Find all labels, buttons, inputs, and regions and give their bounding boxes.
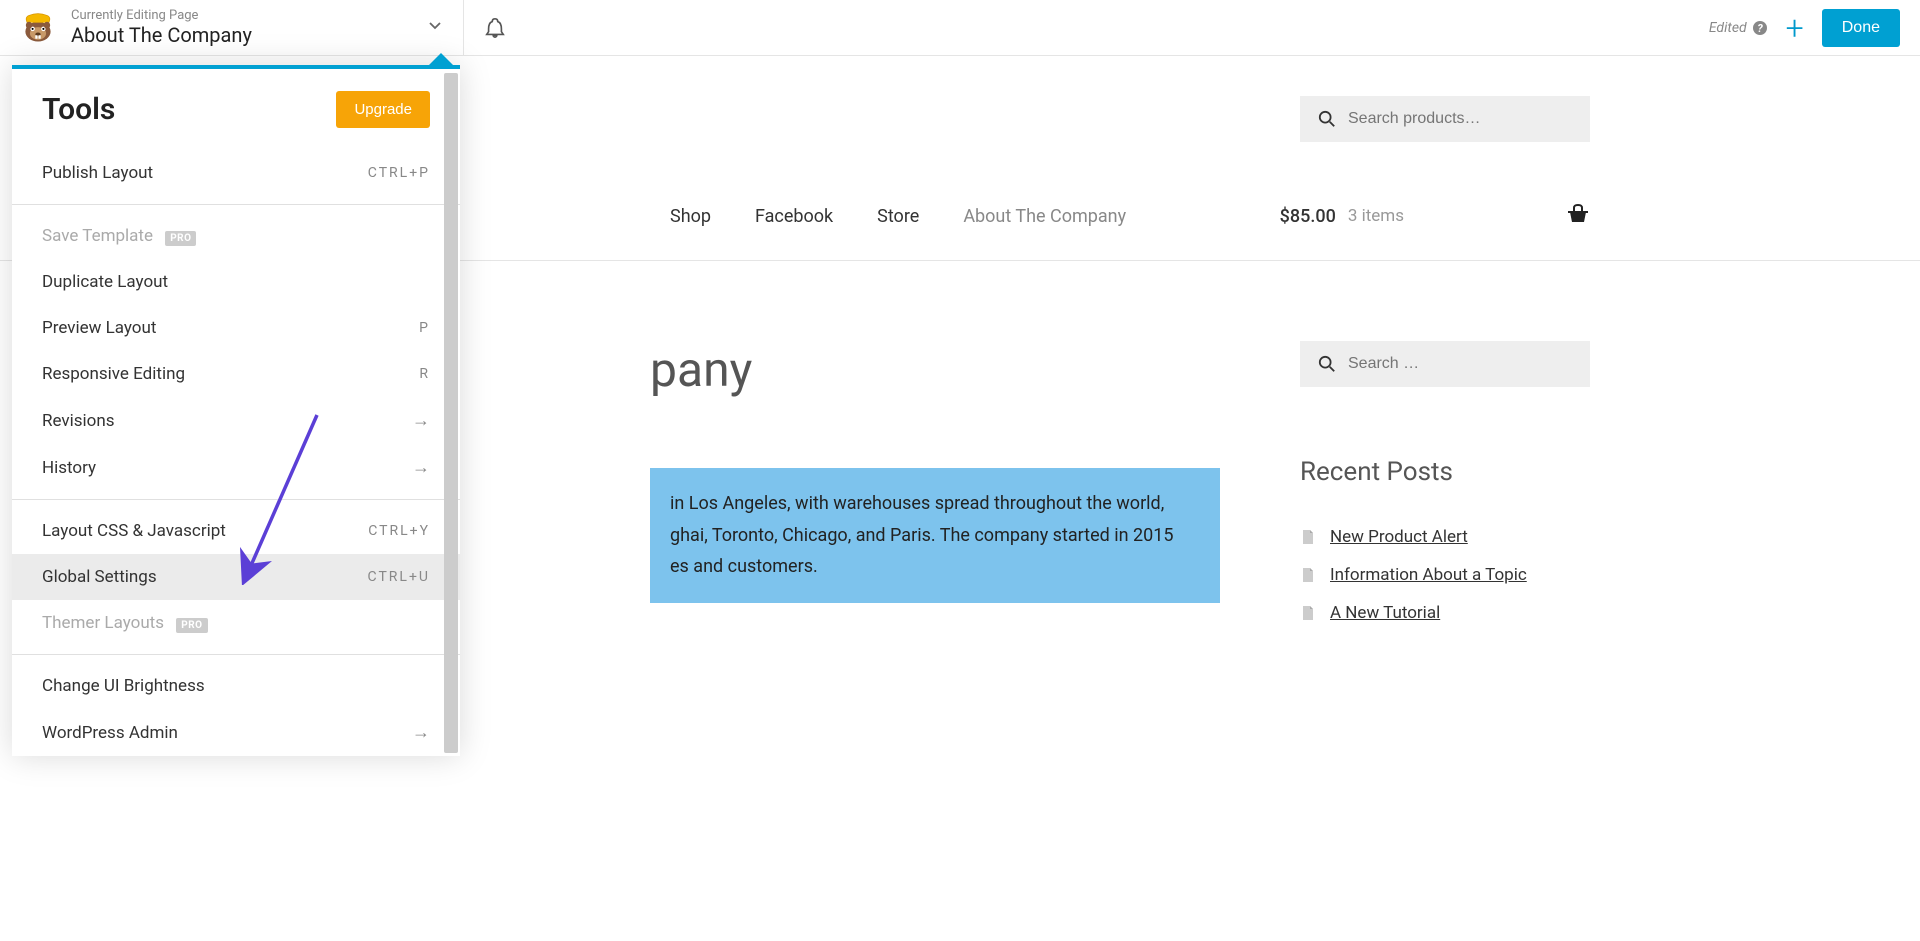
tools-item-revisions[interactable]: Revisions → xyxy=(12,397,460,444)
shortcut-label: CTRL+P xyxy=(368,165,430,181)
page-selector-dropdown[interactable]: Currently Editing Page About The Company xyxy=(0,0,464,55)
tools-item-preview-layout[interactable]: Preview Layout P xyxy=(12,305,460,351)
arrow-right-icon: → xyxy=(412,410,430,431)
cart-price: $85.00 xyxy=(1280,206,1336,227)
post-link[interactable]: New Product Alert xyxy=(1330,527,1468,547)
page-heading: pany xyxy=(650,341,1220,398)
content-text-block[interactable]: in Los Angeles, with warehouses spread t… xyxy=(650,468,1220,603)
editing-page-title: About The Company xyxy=(71,23,427,47)
cart-items-count: 3 items xyxy=(1348,206,1404,226)
help-icon[interactable]: ? xyxy=(1752,20,1768,36)
search-icon xyxy=(1318,355,1336,373)
edited-indicator: Edited ? xyxy=(1709,20,1768,36)
top-toolbar: Currently Editing Page About The Company… xyxy=(0,0,1920,56)
pro-badge: PRO xyxy=(176,618,207,633)
tools-panel-title: Tools xyxy=(42,92,115,127)
tools-dropdown-panel: Tools Upgrade Publish Layout CTRL+P Save… xyxy=(12,65,460,756)
bell-icon xyxy=(484,17,506,39)
tools-item-publish-layout[interactable]: Publish Layout CTRL+P xyxy=(12,150,460,196)
pro-badge: PRO xyxy=(165,231,196,246)
nav-link-shop[interactable]: Shop xyxy=(670,206,711,227)
editing-label: Currently Editing Page xyxy=(71,8,427,23)
search-icon xyxy=(1318,110,1336,128)
document-icon xyxy=(1300,605,1316,621)
post-link[interactable]: A New Tutorial xyxy=(1330,603,1440,623)
chevron-down-icon xyxy=(427,17,443,38)
dropdown-scrollbar[interactable] xyxy=(444,73,458,753)
document-icon xyxy=(1300,567,1316,583)
recent-posts-list: New Product Alert Information About a To… xyxy=(1300,527,1590,623)
sidebar-search-input[interactable] xyxy=(1348,355,1572,373)
done-button[interactable]: Done xyxy=(1822,9,1900,47)
divider xyxy=(12,499,460,500)
products-search-input[interactable] xyxy=(1348,110,1572,128)
shortcut-label: CTRL+U xyxy=(368,569,430,585)
primary-nav: Shop Facebook Store About The Company xyxy=(670,206,1126,227)
nav-link-store[interactable]: Store xyxy=(877,206,919,227)
tools-item-duplicate-layout[interactable]: Duplicate Layout xyxy=(12,259,460,305)
add-content-button[interactable]: + xyxy=(1786,12,1804,44)
divider xyxy=(12,654,460,655)
arrow-right-icon: → xyxy=(412,722,430,743)
recent-posts-heading: Recent Posts xyxy=(1300,457,1590,487)
sidebar-search-box[interactable] xyxy=(1300,341,1590,387)
nav-link-facebook[interactable]: Facebook xyxy=(755,206,833,227)
shortcut-label: P xyxy=(419,320,430,336)
post-link[interactable]: Information About a Topic xyxy=(1330,565,1527,585)
products-search-box[interactable] xyxy=(1300,96,1590,142)
nav-link-about[interactable]: About The Company xyxy=(963,206,1126,227)
beaver-logo-icon xyxy=(20,10,56,46)
arrow-right-icon: → xyxy=(412,457,430,478)
tools-item-history[interactable]: History → xyxy=(12,444,460,491)
cart-summary[interactable]: $85.00 3 items xyxy=(1280,202,1590,230)
list-item: A New Tutorial xyxy=(1300,603,1590,623)
notifications-button[interactable] xyxy=(464,0,526,55)
list-item: Information About a Topic xyxy=(1300,565,1590,585)
tools-item-change-ui-brightness[interactable]: Change UI Brightness xyxy=(12,663,460,709)
document-icon xyxy=(1300,529,1316,545)
tools-item-themer-layouts: Themer Layouts PRO xyxy=(12,600,460,646)
tools-item-layout-css-js[interactable]: Layout CSS & Javascript CTRL+Y xyxy=(12,508,460,554)
tools-item-responsive-editing[interactable]: Responsive Editing R xyxy=(12,351,460,397)
tools-item-wordpress-admin[interactable]: WordPress Admin → xyxy=(12,709,460,756)
svg-text:?: ? xyxy=(1757,22,1763,35)
list-item: New Product Alert xyxy=(1300,527,1590,547)
upgrade-button[interactable]: Upgrade xyxy=(336,91,430,128)
basket-icon xyxy=(1566,202,1590,226)
shortcut-label: R xyxy=(419,366,430,382)
tools-item-save-template: Save Template PRO xyxy=(12,213,460,259)
divider xyxy=(12,204,460,205)
tools-item-global-settings[interactable]: Global Settings CTRL+U xyxy=(12,554,460,600)
shortcut-label: CTRL+Y xyxy=(368,523,430,539)
